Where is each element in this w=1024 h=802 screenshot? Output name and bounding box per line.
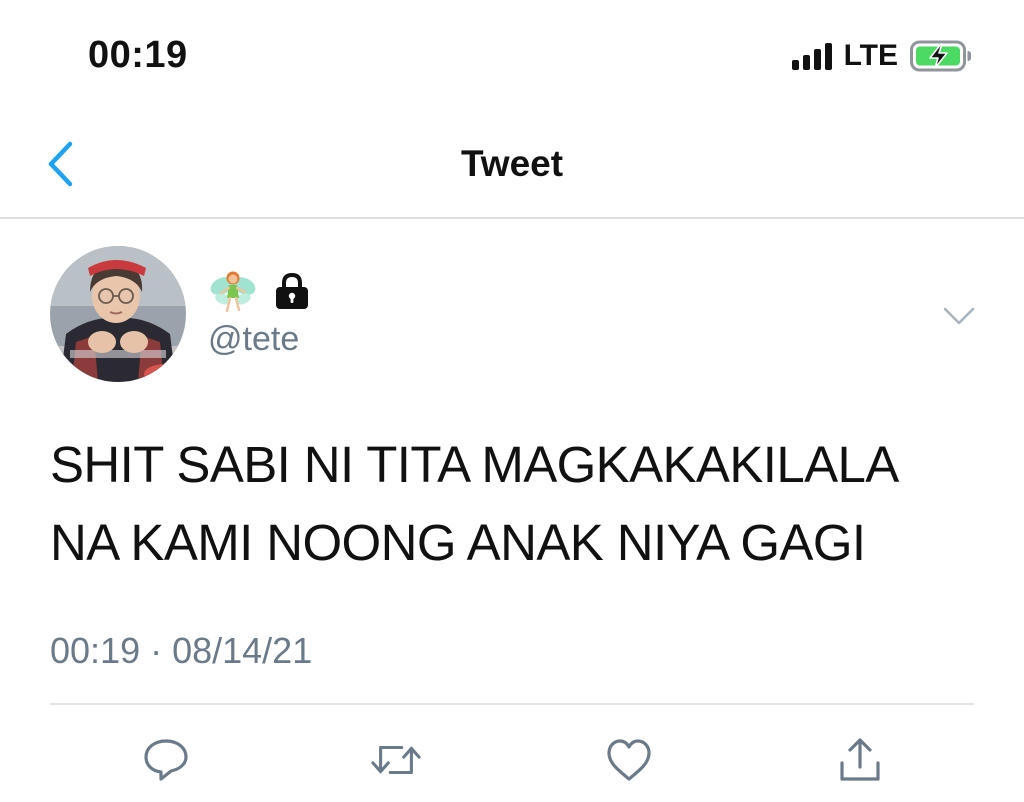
actions-divider <box>50 703 974 705</box>
tweet-text: SHIT SABI NI TITA MAGKAKAKILALA NA KAMI … <box>50 436 896 571</box>
status-time: 00:19 <box>88 34 188 76</box>
tweet-timestamp: 00:19 · 08/14/21 <box>50 630 313 671</box>
fairy-emoji-icon <box>210 271 256 313</box>
author-handle[interactable]: @tete <box>208 320 299 359</box>
chevron-down-icon[interactable] <box>942 300 976 330</box>
avatar[interactable] <box>50 246 186 382</box>
lock-icon <box>276 272 308 309</box>
like-icon <box>607 739 651 781</box>
share-button[interactable] <box>834 734 886 786</box>
status-indicators: LTE <box>791 39 972 72</box>
network-label: LTE <box>843 39 898 72</box>
signal-bars-icon <box>791 42 832 70</box>
avatar-image <box>50 246 186 382</box>
share-icon <box>840 738 880 781</box>
header-divider <box>0 217 1024 219</box>
retweet-button[interactable] <box>370 734 422 786</box>
reply-button[interactable] <box>140 734 192 786</box>
like-button[interactable] <box>603 734 655 786</box>
retweet-icon <box>371 745 421 775</box>
battery-charging-icon <box>910 40 971 72</box>
reply-icon <box>144 739 188 781</box>
page-title: Tweet <box>460 143 564 184</box>
